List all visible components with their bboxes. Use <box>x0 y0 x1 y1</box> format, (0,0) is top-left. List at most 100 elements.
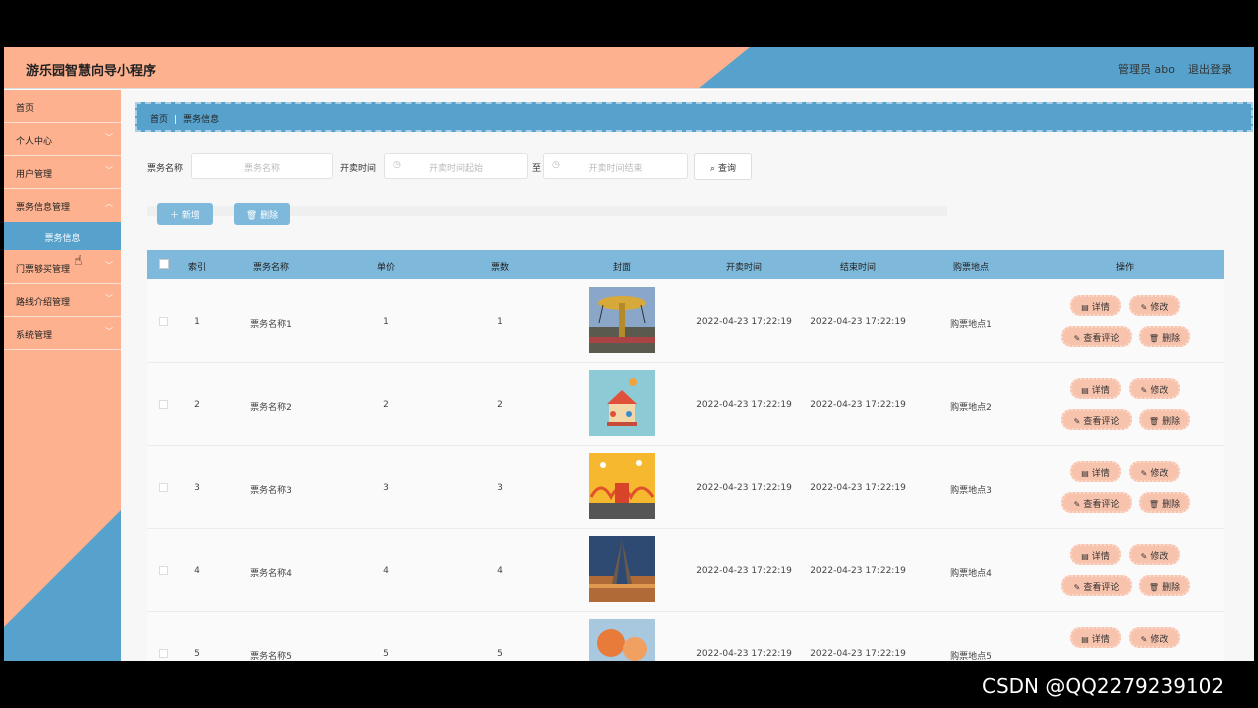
row-delete-button[interactable]: 🗑 删除 <box>1139 492 1190 513</box>
add-button[interactable]: ＋ 新增 <box>157 203 213 225</box>
edit-button[interactable]: ✎ 修改 <box>1129 544 1180 565</box>
end-time-placeholder: 开卖时间结束 <box>588 164 643 174</box>
row-start-time: 2022-04-23 17:22:19 <box>696 566 792 576</box>
sidebar-item-ticket-purchase[interactable]: 门票够买管理 ﹀ <box>4 251 121 284</box>
detail-button-label: 详情 <box>1091 635 1110 645</box>
sale-time-label: 开卖时间 <box>340 164 377 174</box>
top-header: 游乐园智慧向导小程序 管理员 abo 退出登录 <box>4 47 1254 89</box>
search-icon: ⌕ <box>710 164 718 174</box>
column-header-place: 购票地点 <box>952 263 990 273</box>
pencil-icon: ✎ <box>1140 552 1148 561</box>
trash-icon: 🗑 <box>1148 334 1160 343</box>
row-checkbox[interactable] <box>159 400 168 409</box>
sidebar-item-profile[interactable]: 个人中心 ﹀ <box>4 123 121 156</box>
row-end-time: 2022-04-23 17:22:19 <box>810 566 906 576</box>
row-end-time: 2022-04-23 17:22:19 <box>810 649 906 659</box>
table-row: 2 票务名称2 2 2 2022-04-23 17:22:19 2022-04-… <box>147 363 1224 446</box>
detail-button[interactable]: ▤ 详情 <box>1070 461 1121 482</box>
clock-icon: ◷ <box>393 160 401 170</box>
sidebar-item-label: 门票够买管理 <box>16 265 71 275</box>
pencil-icon: ✎ <box>1140 386 1148 395</box>
trash-icon: 🗑 <box>245 211 261 221</box>
edit-button-label: 修改 <box>1150 552 1169 562</box>
row-checkbox[interactable] <box>159 566 168 575</box>
pencil-icon: ✎ <box>1140 303 1148 312</box>
row-delete-label: 删除 <box>1162 583 1181 593</box>
table-header: 索引 票务名称 单价 票数 封面 开卖时间 结束时间 购票地点 操作 <box>147 250 1224 279</box>
sidebar-item-system[interactable]: 系统管理 ﹀ <box>4 317 121 350</box>
row-delete-label: 删除 <box>1162 500 1181 510</box>
table-row: 5 票务名称5 5 5 2022-04-23 17:22:19 2022-04-… <box>147 612 1224 661</box>
sidebar-item-ticket-info[interactable]: 票务信息管理 ︿ <box>4 189 121 222</box>
end-time-input[interactable]: ◷ 开卖时间结束 <box>543 153 688 179</box>
row-price: 3 <box>383 483 389 493</box>
edit-button-label: 修改 <box>1150 635 1169 645</box>
detail-button-label: 详情 <box>1091 552 1110 562</box>
row-count: 3 <box>497 483 503 493</box>
table-row: 4 票务名称4 4 4 2022-04-23 17:22:19 2022-04-… <box>147 529 1224 612</box>
breadcrumb-home[interactable]: 首页 <box>150 115 168 125</box>
edit-button[interactable]: ✎ 修改 <box>1129 295 1180 316</box>
chevron-down-icon: ﹀ <box>105 294 113 303</box>
trash-icon: 🗑 <box>1148 417 1160 426</box>
delete-button-label: 删除 <box>260 211 279 221</box>
detail-button[interactable]: ▤ 详情 <box>1070 627 1121 648</box>
detail-button[interactable]: ▤ 详情 <box>1070 295 1121 316</box>
cover-image-amusement-park <box>589 453 655 519</box>
edit-button[interactable]: ✎ 修改 <box>1129 378 1180 399</box>
column-header-index: 索引 <box>187 263 207 273</box>
row-start-time: 2022-04-23 17:22:19 <box>696 400 792 410</box>
cover-image-ride <box>589 619 655 661</box>
view-comments-button[interactable]: ✎ 查看评论 <box>1061 575 1132 596</box>
row-checkbox[interactable] <box>159 483 168 492</box>
row-index: 1 <box>194 317 200 327</box>
row-place: 购票地点3 <box>950 486 992 496</box>
detail-button[interactable]: ▤ 详情 <box>1070 544 1121 565</box>
plus-icon: ＋ <box>170 211 182 221</box>
row-index: 5 <box>194 649 200 659</box>
pencil-icon: ✎ <box>1073 334 1081 343</box>
row-price: 4 <box>383 566 389 576</box>
row-checkbox[interactable] <box>159 649 168 658</box>
document-icon: ▤ <box>1081 469 1089 478</box>
row-end-time: 2022-04-23 17:22:19 <box>810 400 906 410</box>
batch-delete-button[interactable]: 🗑 删除 <box>234 203 290 225</box>
sidebar-subitem-ticket-info[interactable]: 票务信息 <box>4 222 121 250</box>
column-header-end-time: 结束时间 <box>839 263 877 273</box>
logout-link[interactable]: 退出登录 <box>1188 61 1232 77</box>
cover-image-tower <box>589 536 655 602</box>
pencil-icon: ✎ <box>1140 635 1148 644</box>
row-checkbox[interactable] <box>159 317 168 326</box>
row-delete-label: 删除 <box>1162 334 1181 344</box>
detail-button[interactable]: ▤ 详情 <box>1070 378 1121 399</box>
chevron-up-icon: ︿ <box>105 199 113 208</box>
row-start-time: 2022-04-23 17:22:19 <box>696 317 792 327</box>
row-price: 1 <box>383 317 389 327</box>
edit-button[interactable]: ✎ 修改 <box>1129 461 1180 482</box>
select-all-checkbox[interactable] <box>159 259 169 269</box>
view-comments-button[interactable]: ✎ 查看评论 <box>1061 326 1132 347</box>
sidebar-item-home[interactable]: 首页 <box>4 90 121 123</box>
cover-image-carousel-swing <box>589 287 655 353</box>
row-end-time: 2022-04-23 17:22:19 <box>810 317 906 327</box>
sidebar-item-label: 路线介绍管理 <box>16 298 71 308</box>
query-button[interactable]: ⌕ 查询 <box>694 153 752 180</box>
row-count: 1 <box>497 317 503 327</box>
start-time-input[interactable]: ◷ 开卖时间起始 <box>384 153 528 179</box>
view-comments-label: 查看评论 <box>1083 500 1120 510</box>
row-delete-button[interactable]: 🗑 删除 <box>1139 575 1190 596</box>
row-index: 3 <box>194 483 200 493</box>
edit-button-label: 修改 <box>1150 386 1169 396</box>
sidebar-item-routes[interactable]: 路线介绍管理 ﹀ <box>4 284 121 317</box>
row-ticket-name: 票务名称1 <box>250 320 292 330</box>
view-comments-button[interactable]: ✎ 查看评论 <box>1061 409 1132 430</box>
row-delete-button[interactable]: 🗑 删除 <box>1139 409 1190 430</box>
edit-button[interactable]: ✎ 修改 <box>1129 627 1180 648</box>
row-delete-button[interactable]: 🗑 删除 <box>1139 326 1190 347</box>
admin-label: 管理员 abo <box>1118 63 1175 76</box>
app-window: 游乐园智慧向导小程序 管理员 abo 退出登录 首页 个人中心 ﹀ 用户管理 ﹀ 票… <box>4 47 1254 661</box>
sidebar-item-users[interactable]: 用户管理 ﹀ <box>4 156 121 189</box>
ticket-name-input[interactable]: 票务名称 <box>191 153 333 179</box>
view-comments-button[interactable]: ✎ 查看评论 <box>1061 492 1132 513</box>
ticket-name-label: 票务名称 <box>147 164 184 174</box>
